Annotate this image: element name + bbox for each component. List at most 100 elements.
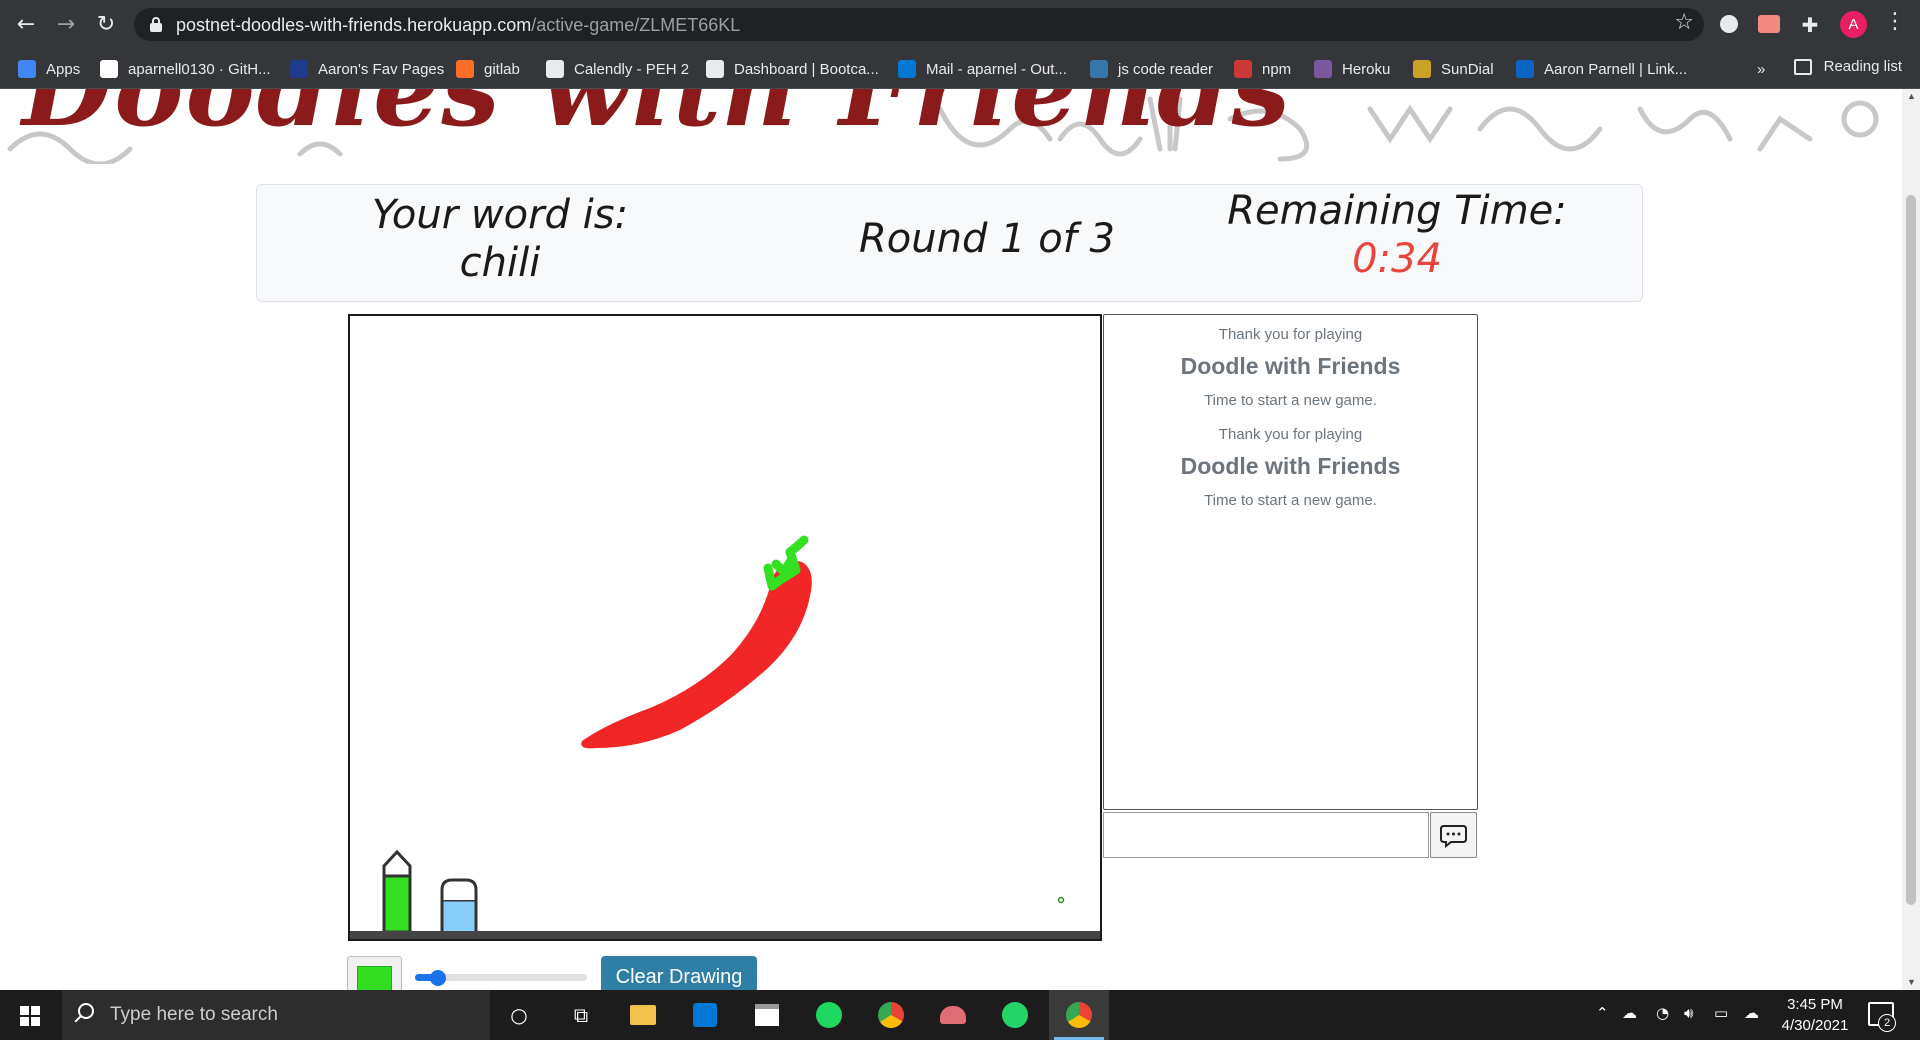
chat-input[interactable] xyxy=(1103,812,1429,858)
chrome-icon[interactable] xyxy=(874,998,908,1032)
whatsapp-icon[interactable] xyxy=(998,998,1032,1032)
scroll-down-arrow-icon[interactable]: ▼ xyxy=(1907,977,1916,987)
windows-start-icon[interactable] xyxy=(20,1006,40,1026)
color-picker[interactable] xyxy=(347,956,402,990)
bookmarks-bar: Apps aparnell0130 · GitH... Aaron's Fav … xyxy=(0,49,1920,89)
vscode-icon[interactable] xyxy=(688,998,722,1032)
bookmark-fav-pages[interactable]: Aaron's Fav Pages xyxy=(290,58,444,80)
chat-bubble-icon xyxy=(1440,825,1467,849)
brush-size-slider[interactable] xyxy=(415,970,587,986)
canvas-bottom-bar xyxy=(350,931,1100,939)
reading-list-button[interactable]: Reading list xyxy=(1793,58,1902,75)
more-bookmarks-button[interactable]: » xyxy=(1757,58,1765,80)
cursor-dot xyxy=(1057,896,1065,904)
game-status-panel: Your word is: chili Round 1 of 3 Remaini… xyxy=(256,184,1643,302)
eraser-tool-icon[interactable] xyxy=(440,878,478,936)
bookmark-npm[interactable]: npm xyxy=(1234,58,1291,80)
scroll-up-arrow-icon[interactable]: ▲ xyxy=(1907,91,1916,101)
task-view-icon[interactable]: ⧉ xyxy=(564,998,598,1032)
address-bar[interactable]: postnet-doodles-with-friends.herokuapp.c… xyxy=(134,8,1704,41)
taskbar-search-box[interactable]: Type here to search xyxy=(62,990,490,1040)
extension-globe-icon[interactable] xyxy=(1720,15,1738,33)
chat-log: Thank you for playing Doodle with Friend… xyxy=(1103,314,1478,810)
site-title: Doodles with Friends xyxy=(22,89,1292,150)
wifi-icon[interactable]: ◔ xyxy=(1656,1004,1669,1022)
page-scrollbar[interactable]: ▲ ▼ xyxy=(1902,89,1920,990)
ap-icon xyxy=(290,60,308,78)
bookmark-apps[interactable]: Apps xyxy=(18,58,80,80)
bookmark-github[interactable]: aparnell0130 · GitH... xyxy=(100,58,271,80)
linkedin-icon xyxy=(1516,60,1534,78)
bookmark-calendly[interactable]: Calendly - PEH 2 xyxy=(546,58,689,80)
cortana-circle-icon[interactable]: ○ xyxy=(502,998,536,1032)
extensions-puzzle-icon[interactable]: ✚ xyxy=(1796,11,1824,39)
bookmark-star-icon[interactable]: ☆ xyxy=(1674,10,1694,35)
microsoft-store-icon[interactable] xyxy=(750,998,784,1032)
chat-send-button[interactable] xyxy=(1430,812,1477,858)
chrome-profile-icon[interactable] xyxy=(1054,998,1104,1040)
round-indicator: Round 1 of 3 xyxy=(859,216,1115,262)
bookmark-mail[interactable]: Mail - aparnel - Out... xyxy=(898,58,1067,80)
slider-thumb[interactable] xyxy=(430,970,447,986)
show-hidden-icons-chevron-icon[interactable]: ⌃ xyxy=(1596,1004,1609,1022)
notification-count-badge: 2 xyxy=(1878,1014,1896,1032)
bookmark-linkedin[interactable]: Aaron Parnell | Link... xyxy=(1516,58,1687,80)
current-color-swatch xyxy=(357,966,392,990)
clear-drawing-button[interactable]: Clear Drawing xyxy=(601,956,757,990)
bookmark-label: Aaron's Fav Pages xyxy=(318,60,445,78)
heroku-icon xyxy=(1314,60,1332,78)
spotify-icon[interactable] xyxy=(812,998,846,1032)
volume-icon[interactable]: 🔊︎ xyxy=(1684,1004,1693,1022)
profile-avatar[interactable]: A xyxy=(1840,11,1867,38)
remaining-time-value: 0:34 xyxy=(1352,236,1442,282)
file-explorer-icon[interactable] xyxy=(626,998,660,1032)
bookmark-heroku[interactable]: Heroku xyxy=(1314,58,1390,80)
bookmark-js-reader[interactable]: js code reader xyxy=(1090,58,1213,80)
bookmark-label: Apps xyxy=(46,60,81,78)
onedrive-cloud-icon[interactable]: ☁ xyxy=(1622,1004,1637,1022)
upload-cloud-icon[interactable]: ☁ xyxy=(1744,1004,1759,1022)
clock-time: 3:45 PM xyxy=(1787,996,1843,1013)
search-icon xyxy=(78,1003,94,1019)
pencil-tool-icon[interactable] xyxy=(382,849,412,934)
snipping-tool-icon[interactable] xyxy=(936,998,970,1032)
bookmark-dashboard[interactable]: Dashboard | Bootca... xyxy=(706,58,879,80)
github-icon xyxy=(100,60,118,78)
chat-message-line1: Thank you for playing xyxy=(1218,326,1363,343)
drawing-canvas[interactable] xyxy=(348,314,1102,941)
system-clock[interactable]: 3:45 PM 4/30/2021 xyxy=(1770,994,1860,1036)
gitlab-icon xyxy=(456,60,474,78)
apps-grid-icon xyxy=(18,60,36,78)
chat-message-line2: Doodle with Friends xyxy=(1180,453,1401,479)
chat-message: Thank you for playing Doodle with Friend… xyxy=(1104,326,1477,409)
bookmark-label: npm xyxy=(1262,60,1292,78)
bookmark-label: SunDial xyxy=(1441,60,1494,78)
reload-icon[interactable]: ↻ xyxy=(92,11,120,39)
browser-toolbar: ← → ↻ postnet-doodles-with-friends.herok… xyxy=(0,0,1920,49)
chat-message-line3: Time to start a new game. xyxy=(1204,492,1377,509)
taskbar-search-placeholder: Type here to search xyxy=(110,1004,278,1025)
forward-arrow-icon[interactable]: → xyxy=(52,11,80,39)
extension-record-icon[interactable] xyxy=(1758,15,1780,33)
npm-icon xyxy=(1234,60,1252,78)
python-icon xyxy=(1090,60,1108,78)
url-text: postnet-doodles-with-friends.herokuapp.c… xyxy=(176,15,740,36)
battery-icon[interactable]: ▭ xyxy=(1714,1004,1728,1022)
chat-message-line1: Thank you for playing xyxy=(1218,426,1363,443)
chat-message: Thank you for playing Doodle with Friend… xyxy=(1104,426,1477,509)
url-path: /active-game/ZLMET66KL xyxy=(531,15,741,35)
secret-word: chili xyxy=(459,240,541,286)
bookmark-label: js code reader xyxy=(1118,60,1214,78)
lock-icon xyxy=(150,17,162,32)
scrollbar-thumb[interactable] xyxy=(1906,195,1916,905)
bookmark-label: gitlab xyxy=(484,60,520,78)
bookmark-label: Aaron Parnell | Link... xyxy=(1544,60,1688,78)
calendly-icon xyxy=(546,60,564,78)
back-arrow-icon[interactable]: ← xyxy=(12,11,40,39)
bookmark-gitlab[interactable]: gitlab xyxy=(456,58,520,80)
chrome-menu-icon[interactable]: ⋮ xyxy=(1884,9,1906,34)
bookmark-sundial[interactable]: SunDial xyxy=(1413,58,1494,80)
page-content: Doodles with Friends Your word is: chili… xyxy=(0,89,1902,990)
chat-message-line2: Doodle with Friends xyxy=(1180,353,1401,379)
globe-icon xyxy=(706,60,724,78)
